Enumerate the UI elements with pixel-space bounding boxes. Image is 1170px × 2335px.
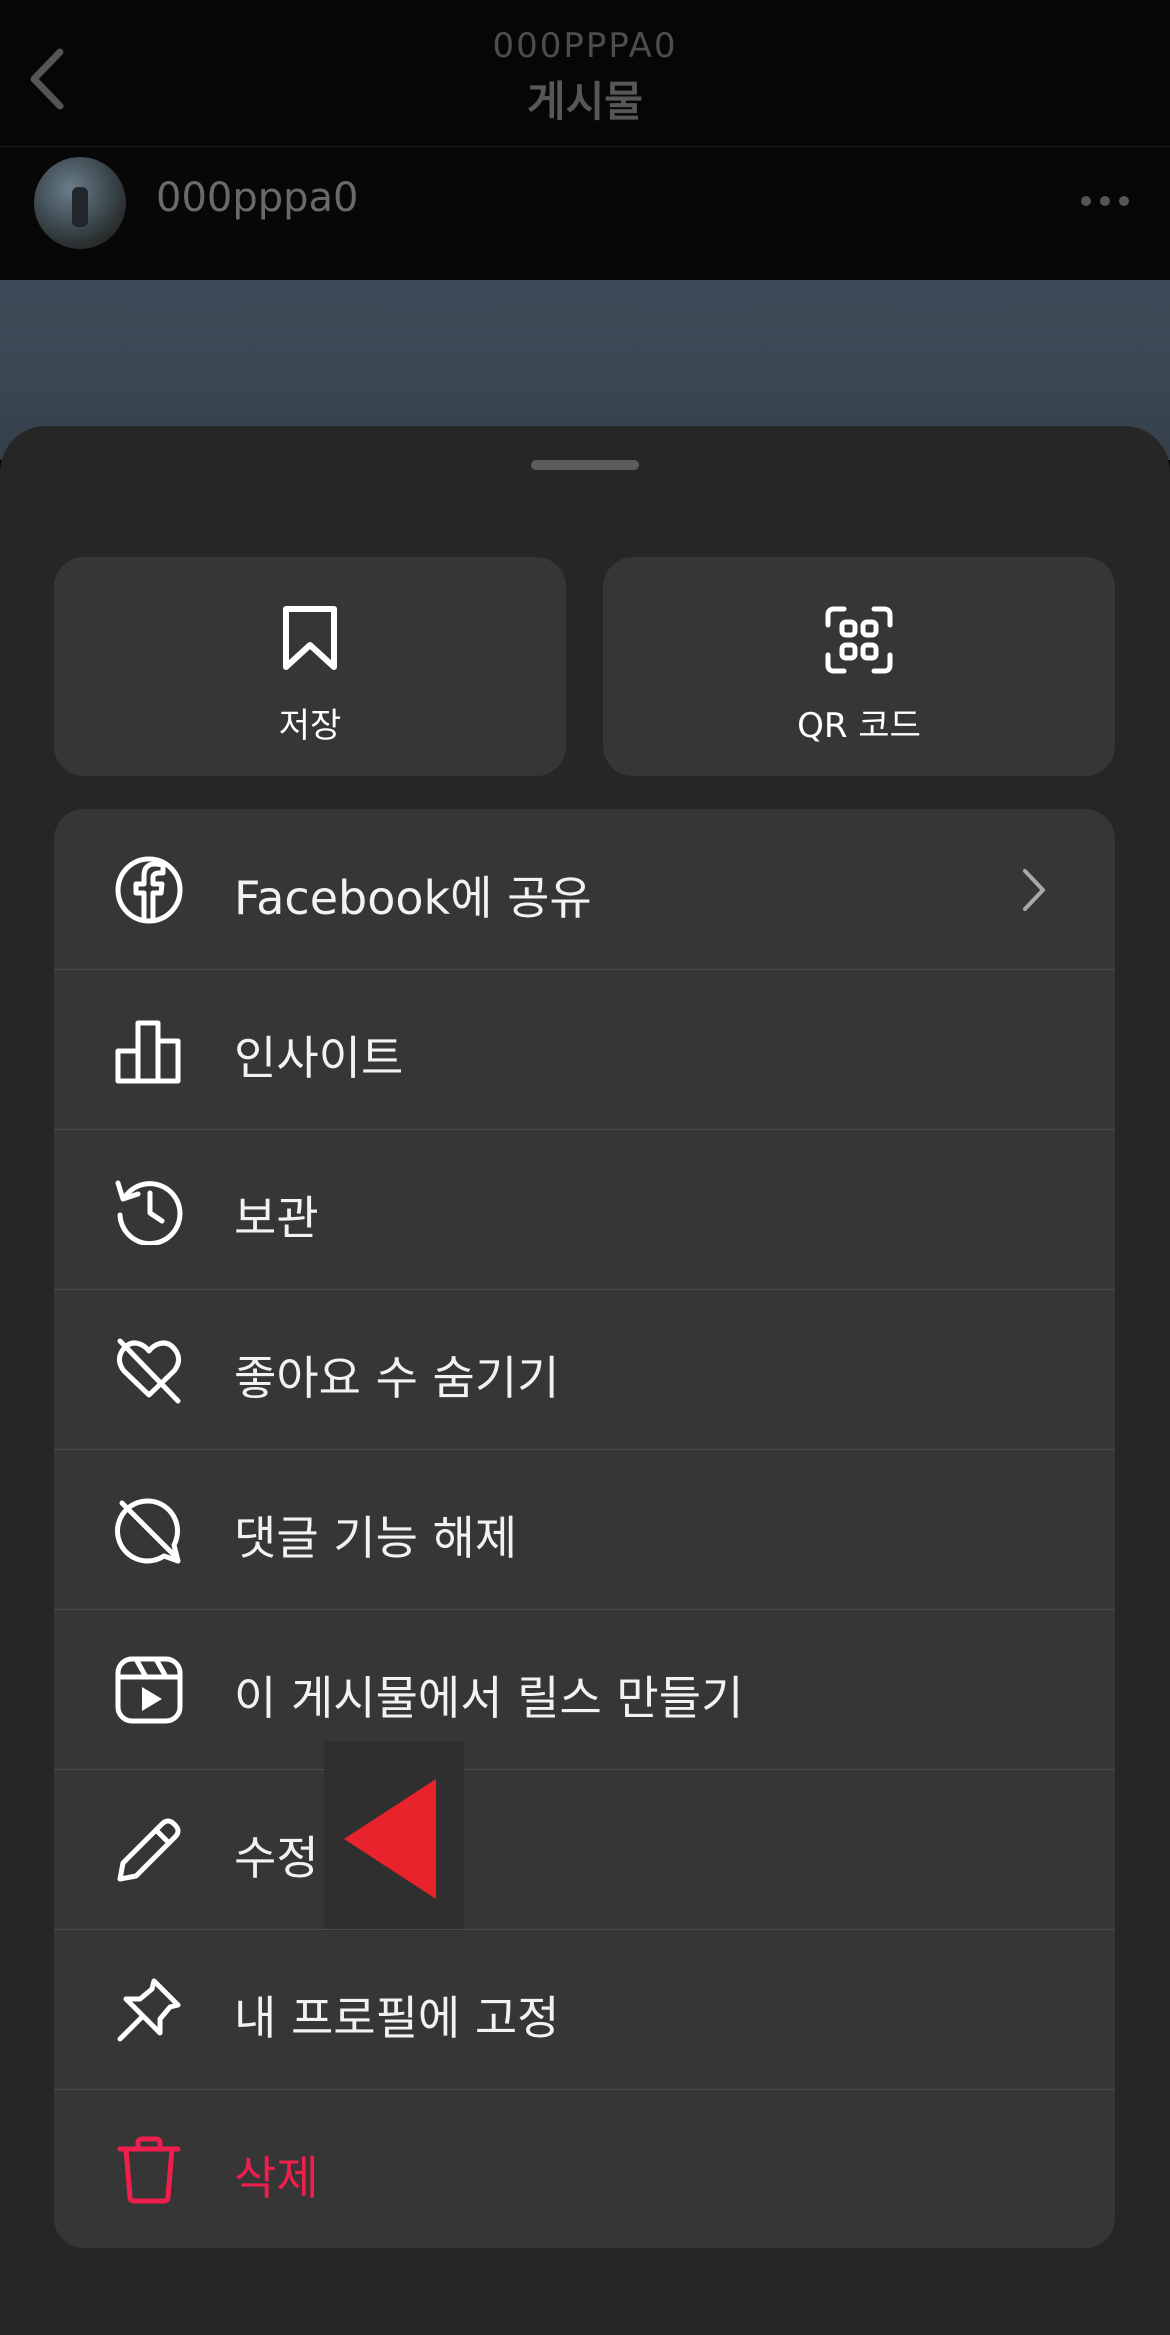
reels-icon	[115, 1656, 183, 1724]
pin-icon	[117, 1978, 181, 2042]
header-username-caps: 000PPPA0	[492, 26, 678, 66]
menu-item-create-reel[interactable]: 이 게시물에서 릴스 만들기	[54, 1609, 1115, 1769]
bookmark-icon	[283, 606, 337, 670]
qr-code-label: QR 코드	[797, 706, 921, 746]
more-options-icon[interactable]	[1080, 195, 1130, 207]
page-title: 게시물	[527, 77, 643, 126]
menu-item-label: 내 프로필에 고정	[234, 1991, 560, 2045]
qr-code-button[interactable]: QR 코드	[603, 557, 1115, 776]
menu-item-label: Facebook에 공유	[234, 871, 592, 925]
heart-slash-icon	[116, 1338, 182, 1404]
menu-item-share-facebook[interactable]: Facebook에 공유	[54, 809, 1115, 969]
qr-scan-icon	[825, 606, 893, 674]
save-button[interactable]: 저장	[54, 557, 566, 776]
sheet-drag-handle[interactable]	[531, 460, 639, 470]
menu-item-hide-like-count[interactable]: 좋아요 수 숨기기	[54, 1289, 1115, 1449]
top-navigation-bar: 000PPPA0 게시물	[0, 0, 1170, 146]
menu-item-edit[interactable]: 수정	[54, 1741, 1115, 1931]
insights-bar-chart-icon	[115, 1020, 181, 1084]
menu-item-turn-off-comments[interactable]: 댓글 기능 해제	[54, 1449, 1115, 1609]
options-menu-list: Facebook에 공유 인사이트 보관 좋아요 수 숨기기 댓글 기능 해제 …	[54, 809, 1115, 2248]
save-label: 저장	[278, 706, 342, 746]
menu-item-archive[interactable]: 보관	[54, 1129, 1115, 1289]
chevron-right-icon	[1023, 869, 1045, 911]
menu-item-label: 좋아요 수 숨기기	[234, 1351, 560, 1405]
archive-history-icon	[115, 1180, 183, 1245]
post-username[interactable]: 000pppa0	[156, 175, 358, 221]
menu-item-insights[interactable]: 인사이트	[54, 969, 1115, 1129]
menu-item-label: 삭제	[234, 2151, 319, 2205]
menu-item-delete[interactable]: 삭제	[54, 2089, 1115, 2248]
options-bottom-sheet: 저장 QR 코드 Facebook에 공유 인사이트 보관 좋아요 수 숨기기 …	[0, 426, 1170, 2335]
annotation-arrow-icon	[344, 1779, 436, 1899]
menu-item-label: 댓글 기능 해제	[234, 1511, 518, 1565]
post-author-row: 000pppa0	[0, 146, 1170, 281]
menu-item-pin-to-profile[interactable]: 내 프로필에 고정	[54, 1929, 1115, 2089]
avatar[interactable]	[34, 157, 126, 249]
menu-item-label: 이 게시물에서 릴스 만들기	[234, 1671, 744, 1725]
trash-icon	[117, 2136, 181, 2204]
menu-item-label: 인사이트	[234, 1031, 404, 1085]
menu-item-label: 수정	[234, 1831, 319, 1885]
facebook-icon	[115, 856, 183, 924]
comment-off-icon	[115, 1498, 181, 1564]
menu-item-label: 보관	[234, 1191, 319, 1245]
pencil-icon	[117, 1818, 181, 1882]
